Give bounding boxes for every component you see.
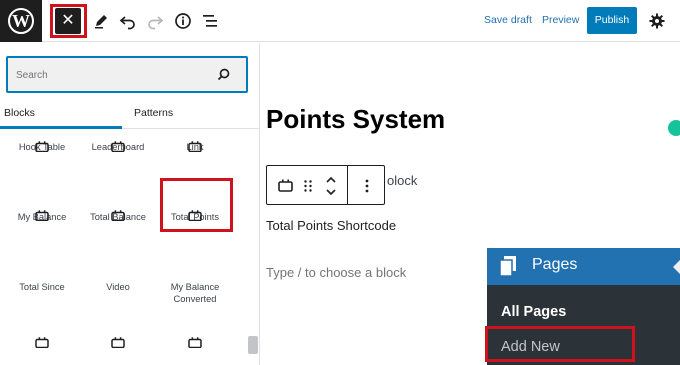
drag-handle-icon[interactable] (303, 179, 313, 193)
save-draft-button[interactable]: Save draft (484, 14, 532, 26)
block-item-label[interactable]: Total Since (2, 281, 82, 293)
block-icon (35, 337, 49, 348)
inserter-tabs: Blocks Patterns (0, 99, 260, 129)
block-icon (188, 141, 202, 152)
grammarly-icon[interactable] (668, 120, 680, 136)
block-search-field[interactable] (6, 56, 248, 93)
block-search-input[interactable] (16, 66, 206, 84)
editor-top-toolbar: W ✕ Save draft Preview Publish (0, 0, 680, 42)
wordpress-logo[interactable]: W (0, 0, 42, 42)
block-inserter-panel: Blocks Patterns Hook TableLeaderboardLin… (0, 43, 260, 365)
admin-menu-pages[interactable]: Pages (487, 248, 680, 285)
block-icon (35, 210, 49, 221)
wordpress-logo-letter: W (8, 8, 34, 34)
block-icon (111, 337, 125, 348)
preview-button[interactable]: Preview (542, 14, 579, 26)
pages-icon (499, 256, 516, 277)
block-icon (188, 337, 202, 348)
redo-icon[interactable] (144, 10, 166, 32)
empty-block-placeholder[interactable]: Type / to choose a block (266, 265, 406, 280)
block-toolbar (266, 165, 385, 205)
scrollbar-thumb[interactable] (248, 336, 258, 354)
tab-blocks[interactable]: Blocks (4, 107, 35, 119)
submenu-item-all-pages[interactable]: All Pages (501, 304, 566, 320)
pencil-icon[interactable] (90, 10, 112, 32)
active-tab-indicator (0, 126, 122, 129)
block-item-label[interactable]: Video (78, 281, 158, 293)
undo-icon[interactable] (117, 10, 139, 32)
gear-icon[interactable] (646, 10, 668, 32)
move-up-down-icon[interactable] (325, 174, 337, 198)
block-icon[interactable] (278, 179, 293, 192)
post-title[interactable]: Points System (266, 104, 445, 135)
current-menu-notch (673, 260, 680, 274)
more-options-icon[interactable] (364, 178, 370, 194)
highlight-box-add-new (485, 326, 635, 362)
block-icon (111, 141, 125, 152)
hidden-placeholder-text: olock (387, 173, 418, 188)
highlight-box-total-points (160, 178, 233, 232)
block-item-label[interactable]: My Balance Converted (155, 281, 235, 305)
block-icon (35, 141, 49, 152)
paragraph-block-shortcode[interactable]: Total Points Shortcode (266, 218, 396, 233)
toolbar-separator (347, 166, 348, 204)
info-icon[interactable] (172, 10, 194, 32)
admin-menu-pages-label: Pages (532, 256, 578, 273)
block-icon (111, 210, 125, 221)
list-view-icon[interactable] (199, 10, 221, 32)
publish-button[interactable]: Publish (587, 7, 637, 34)
search-icon (217, 68, 230, 81)
highlight-box-close (50, 4, 87, 38)
tab-patterns[interactable]: Patterns (134, 107, 173, 119)
